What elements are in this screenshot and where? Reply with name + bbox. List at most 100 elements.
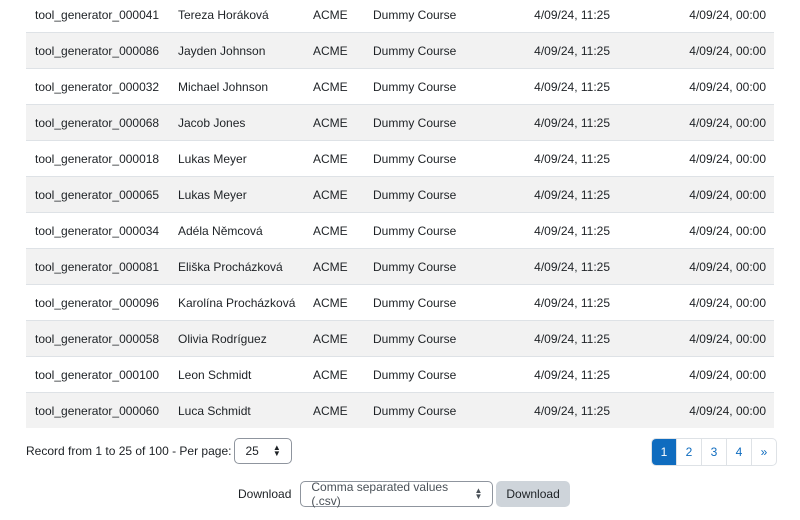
date-cell: 4/09/24, 00:00 [610,32,774,69]
username-cell: tool_generator_000100 [26,356,178,393]
date-cell: 4/09/24, 00:00 [610,356,774,393]
course-cell: Dummy Course [373,248,493,285]
table-row: tool_generator_000032 Michael Johnson ACME… [26,68,774,105]
date-cell: 4/09/24, 00:00 [610,284,774,321]
username-cell: tool_generator_000081 [26,248,178,285]
username-cell: tool_generator_000034 [26,212,178,249]
course-cell: Dummy Course [373,356,493,393]
company-cell: ACME [313,248,373,285]
next-page-button[interactable]: » [751,439,776,465]
fullname-cell: Karolína Procházková [178,284,313,321]
table-row: tool_generator_000018 Lukas Meyer ACME Dumm… [26,140,774,177]
fullname-cell: Lukas Meyer [178,176,313,213]
record-text: Record from 1 to 25 of 100 - Per page: [26,444,232,458]
table-row: tool_generator_000041 Tereza Horáková ACME… [26,0,774,33]
username-cell: tool_generator_000041 [35,7,160,22]
username-cell: tool_generator_000018 [26,140,178,177]
date-cell: 4/09/24, 00:00 [610,140,774,177]
course-cell: Dummy Course [373,212,493,249]
date-cell: 4/09/24, 00:00 [610,320,774,357]
fullname-cell: Leon Schmidt [178,356,313,393]
time-cell: 4/09/24, 11:25 [493,176,610,213]
date-cell: 4/09/24, 00:00 [610,104,774,141]
course-cell: Dummy Course [373,140,493,177]
date-cell: 4/09/24, 00:00 [610,392,774,428]
time-cell: 4/09/24, 11:25 [493,104,610,141]
download-format-select[interactable]: Comma separated values (.csv) ▲ ▼ [300,480,494,508]
time-cell: 4/09/24, 11:25 [493,140,610,177]
company-cell: ACME [313,32,373,69]
table-row: tool_generator_000065 Lukas Meyer ACME Dumm… [26,176,774,213]
results-table: tool_generator_000041 Tereza Horáková ACME… [26,0,774,428]
fullname-cell: Olivia Rodríguez [178,320,313,357]
fullname-cell: Michael Johnson [178,68,313,105]
course-cell: Dummy Course [373,284,493,321]
company-cell: ACME [313,140,373,177]
company-cell: ACME [313,284,373,321]
date-cell: 4/09/24, 00:00 [610,248,774,285]
company-cell: ACME [313,104,373,141]
record-info: Record from 1 to 25 of 100 - Per page: 2… [26,438,292,464]
username-cell: tool_generator_000086 [26,32,178,69]
username-cell: tool_generator_000096 [26,284,178,321]
company-cell: ACME [313,68,373,105]
course-cell: Dummy Course [373,320,493,357]
course-cell: Dummy Course [373,104,493,141]
username-cell: tool_generator_000068 [26,104,178,141]
download-button[interactable]: Download [496,481,570,507]
time-cell: 4/09/24, 11:25 [493,248,610,285]
table-row: tool_generator_000086 Jayden Johnson ACME D… [26,32,774,69]
page-1-button[interactable]: 1 [652,439,676,465]
date-cell: 4/09/24, 00:00 [610,212,774,249]
course-cell: Dummy Course [373,392,493,428]
per-page-select[interactable]: 25 ▲ ▼ [234,438,292,464]
company-cell: ACME [313,212,373,249]
download-form: Download Comma separated values (.csv) ▲ ▼… [238,480,570,508]
fullname-cell: Lukas Meyer [178,140,313,177]
page-2-button[interactable]: 2 [676,439,701,465]
course-cell: Dummy Course [373,32,493,69]
time-cell: 4/09/24, 11:25 [493,356,610,393]
table-row: tool_generator_000096 Karolína Procházkov… [26,284,774,321]
company-cell: ACME [313,392,373,428]
course-cell: Dummy Course [373,68,493,105]
username-cell: tool_generator_000058 [26,320,178,357]
fullname-cell: Jayden Johnson [178,32,313,69]
per-page-value: 25 [245,444,259,458]
time-cell: 4/09/24, 11:25 [493,68,610,105]
table-row: tool_generator_000034 Adéla Němcová ACME Du… [26,212,774,249]
company-cell: ACME [313,320,373,357]
pagination: 1 2 3 4 » [651,438,777,466]
username-cell: tool_generator_000032 [26,68,178,105]
time-cell: 4/09/24, 11:25 [493,212,610,249]
date-cell: 4/09/24, 00:00 [689,7,766,22]
company-cell: ACME [313,356,373,393]
time-cell: 4/09/24, 11:25 [493,392,610,428]
company-cell: ACME [313,7,348,22]
page-4-button[interactable]: 4 [726,439,751,465]
date-cell: 4/09/24, 00:00 [610,68,774,105]
fullname-cell: Adéla Němcová [178,212,313,249]
download-label: Download [238,487,292,501]
fullname-cell: Luca Schmidt [178,392,313,428]
page-3-button[interactable]: 3 [701,439,726,465]
download-format-value: Comma separated values (.csv) [311,480,449,508]
course-cell: Dummy Course [373,176,493,213]
username-cell: tool_generator_000065 [26,176,178,213]
company-cell: ACME [313,176,373,213]
sort-arrows-icon: ▲ ▼ [474,486,483,501]
sort-arrows-icon: ▲ ▼ [272,443,281,458]
table-row: tool_generator_000060 Luca Schmidt ACME Dum… [26,392,774,428]
table-row: tool_generator_000058 Olivia Rodríguez ACM… [26,320,774,357]
fullname-cell: Eliška Procházková [178,248,313,285]
fullname-cell: Tereza Horáková [178,7,269,22]
table-row: tool_generator_000068 Jacob Jones ACME Dumm… [26,104,774,141]
username-cell: tool_generator_000060 [26,392,178,428]
time-cell: 4/09/24, 11:25 [493,284,610,321]
fullname-cell: Jacob Jones [178,104,313,141]
time-cell: 4/09/24, 11:25 [493,32,610,69]
time-cell: 4/09/24, 11:25 [493,320,610,357]
course-cell: Dummy Course [373,7,457,22]
date-cell: 4/09/24, 00:00 [610,176,774,213]
table-row: tool_generator_000081 Eliška Procházková A… [26,248,774,285]
